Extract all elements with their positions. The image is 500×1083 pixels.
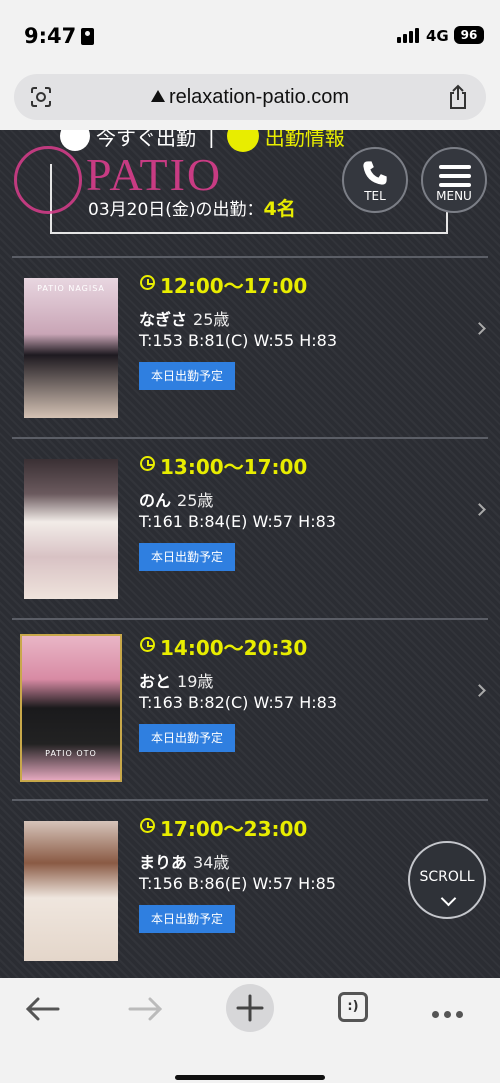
forward-arrow-icon[interactable]: [128, 994, 164, 1024]
therapist-photo[interactable]: [24, 459, 118, 599]
photo-caption: PATIO OTO: [45, 749, 97, 758]
schedule-card[interactable]: 13:00〜17:00 のん 25歳 T:161 B:84(E) W:57 H:8…: [12, 437, 488, 617]
therapist-stats: T:163 B:82(C) W:57 H:83: [139, 693, 337, 712]
shift-time: 14:00〜20:30: [160, 636, 308, 660]
therapist-name-line: のん 25歳: [139, 487, 213, 511]
status-time: 9:47: [24, 24, 95, 48]
therapist-stats: T:156 B:86(E) W:57 H:85: [139, 874, 336, 893]
attendance-count: 4名: [263, 198, 296, 220]
photo-caption: PATIO NAGISA: [37, 284, 105, 293]
status-badge: 本日出勤予定: [139, 724, 235, 752]
therapist-photo[interactable]: PATIO NAGISA: [24, 278, 118, 418]
browser-toolbar: :): [0, 978, 500, 1083]
schedule-card[interactable]: PATIO NAGISA 12:00〜17:00 なぎさ 25歳 T:153 B:…: [12, 256, 488, 436]
chevron-right-icon: [473, 503, 486, 516]
therapist-age: 34歳: [193, 853, 230, 872]
address-bar[interactable]: relaxation-patio.com: [14, 74, 486, 120]
clock-icon: [140, 456, 155, 471]
status-badge: 本日出勤予定: [139, 905, 235, 933]
back-arrow-icon[interactable]: [24, 994, 60, 1024]
therapist-age: 25歳: [193, 310, 230, 329]
divider: [12, 618, 488, 620]
therapist-age: 19歳: [177, 672, 214, 691]
patio-logo[interactable]: PATIO: [12, 144, 223, 214]
share-icon[interactable]: [446, 84, 470, 110]
scroll-button[interactable]: SCROLL: [408, 841, 486, 919]
therapist-name: のん: [139, 491, 172, 510]
divider: [12, 256, 488, 258]
signal-icon: [397, 27, 421, 43]
tel-button[interactable]: TEL: [342, 147, 408, 213]
clock-icon: [140, 818, 155, 833]
therapist-age: 25歳: [177, 491, 214, 510]
clock-icon: [140, 275, 155, 290]
phone-icon: [363, 161, 387, 185]
url-text: relaxation-patio.com: [14, 86, 486, 109]
status-bar: 9:47 4G 96: [0, 0, 500, 72]
chevron-right-icon: [473, 684, 486, 697]
hamburger-icon: [439, 165, 471, 192]
therapist-name-line: まりあ 34歳: [139, 849, 229, 873]
therapist-stats: T:161 B:84(E) W:57 H:83: [139, 512, 336, 531]
therapist-name-line: おと 19歳: [139, 668, 213, 692]
network-type: 4G: [426, 27, 449, 45]
schedule-card[interactable]: PATIO OTO 14:00〜20:30 おと 19歳 T:163 B:82(C…: [12, 618, 488, 798]
divider: [12, 437, 488, 439]
therapist-photo[interactable]: [24, 821, 118, 961]
shift-time: 12:00〜17:00: [160, 274, 308, 298]
shift-time: 13:00〜17:00: [160, 455, 308, 479]
therapist-name: なぎさ: [139, 310, 188, 329]
new-tab-button[interactable]: [226, 984, 274, 1032]
chevron-right-icon: [473, 322, 486, 335]
browser-address-area: relaxation-patio.com: [0, 72, 500, 130]
attend-info-link[interactable]: 出勤情報: [265, 130, 345, 150]
divider: [12, 799, 488, 801]
therapist-name-line: なぎさ 25歳: [139, 306, 229, 330]
shift-time: 17:00〜23:00: [160, 817, 308, 841]
more-menu-icon[interactable]: [432, 1003, 468, 1022]
therapist-photo[interactable]: PATIO OTO: [20, 634, 122, 782]
id-card-icon: [81, 28, 95, 45]
chevron-down-icon: [440, 890, 457, 907]
home-indicator: [175, 1075, 325, 1080]
menu-button[interactable]: MENU: [421, 147, 487, 213]
tel-label: TEL: [364, 189, 386, 203]
calendar-icon: [226, 130, 259, 152]
logo-ring: [14, 146, 82, 214]
status-badge: 本日出勤予定: [139, 543, 235, 571]
warning-icon: [150, 90, 165, 102]
menu-label: MENU: [436, 189, 472, 203]
therapist-stats: T:153 B:81(C) W:55 H:83: [139, 331, 337, 350]
clock-icon: [140, 637, 155, 652]
battery-icon: 96: [454, 26, 484, 44]
tabs-button[interactable]: :): [338, 992, 368, 1022]
therapist-name: おと: [139, 672, 172, 691]
therapist-name: まりあ: [139, 853, 188, 872]
scroll-label: SCROLL: [419, 869, 475, 885]
logo-text: PATIO: [86, 149, 223, 200]
status-badge: 本日出勤予定: [139, 362, 235, 390]
plus-icon: [236, 994, 264, 1022]
page-content: 今すぐ出勤 | 出勤情報 03月20日(金)の出勤：4名 PATIO TEL MEN…: [0, 130, 500, 978]
